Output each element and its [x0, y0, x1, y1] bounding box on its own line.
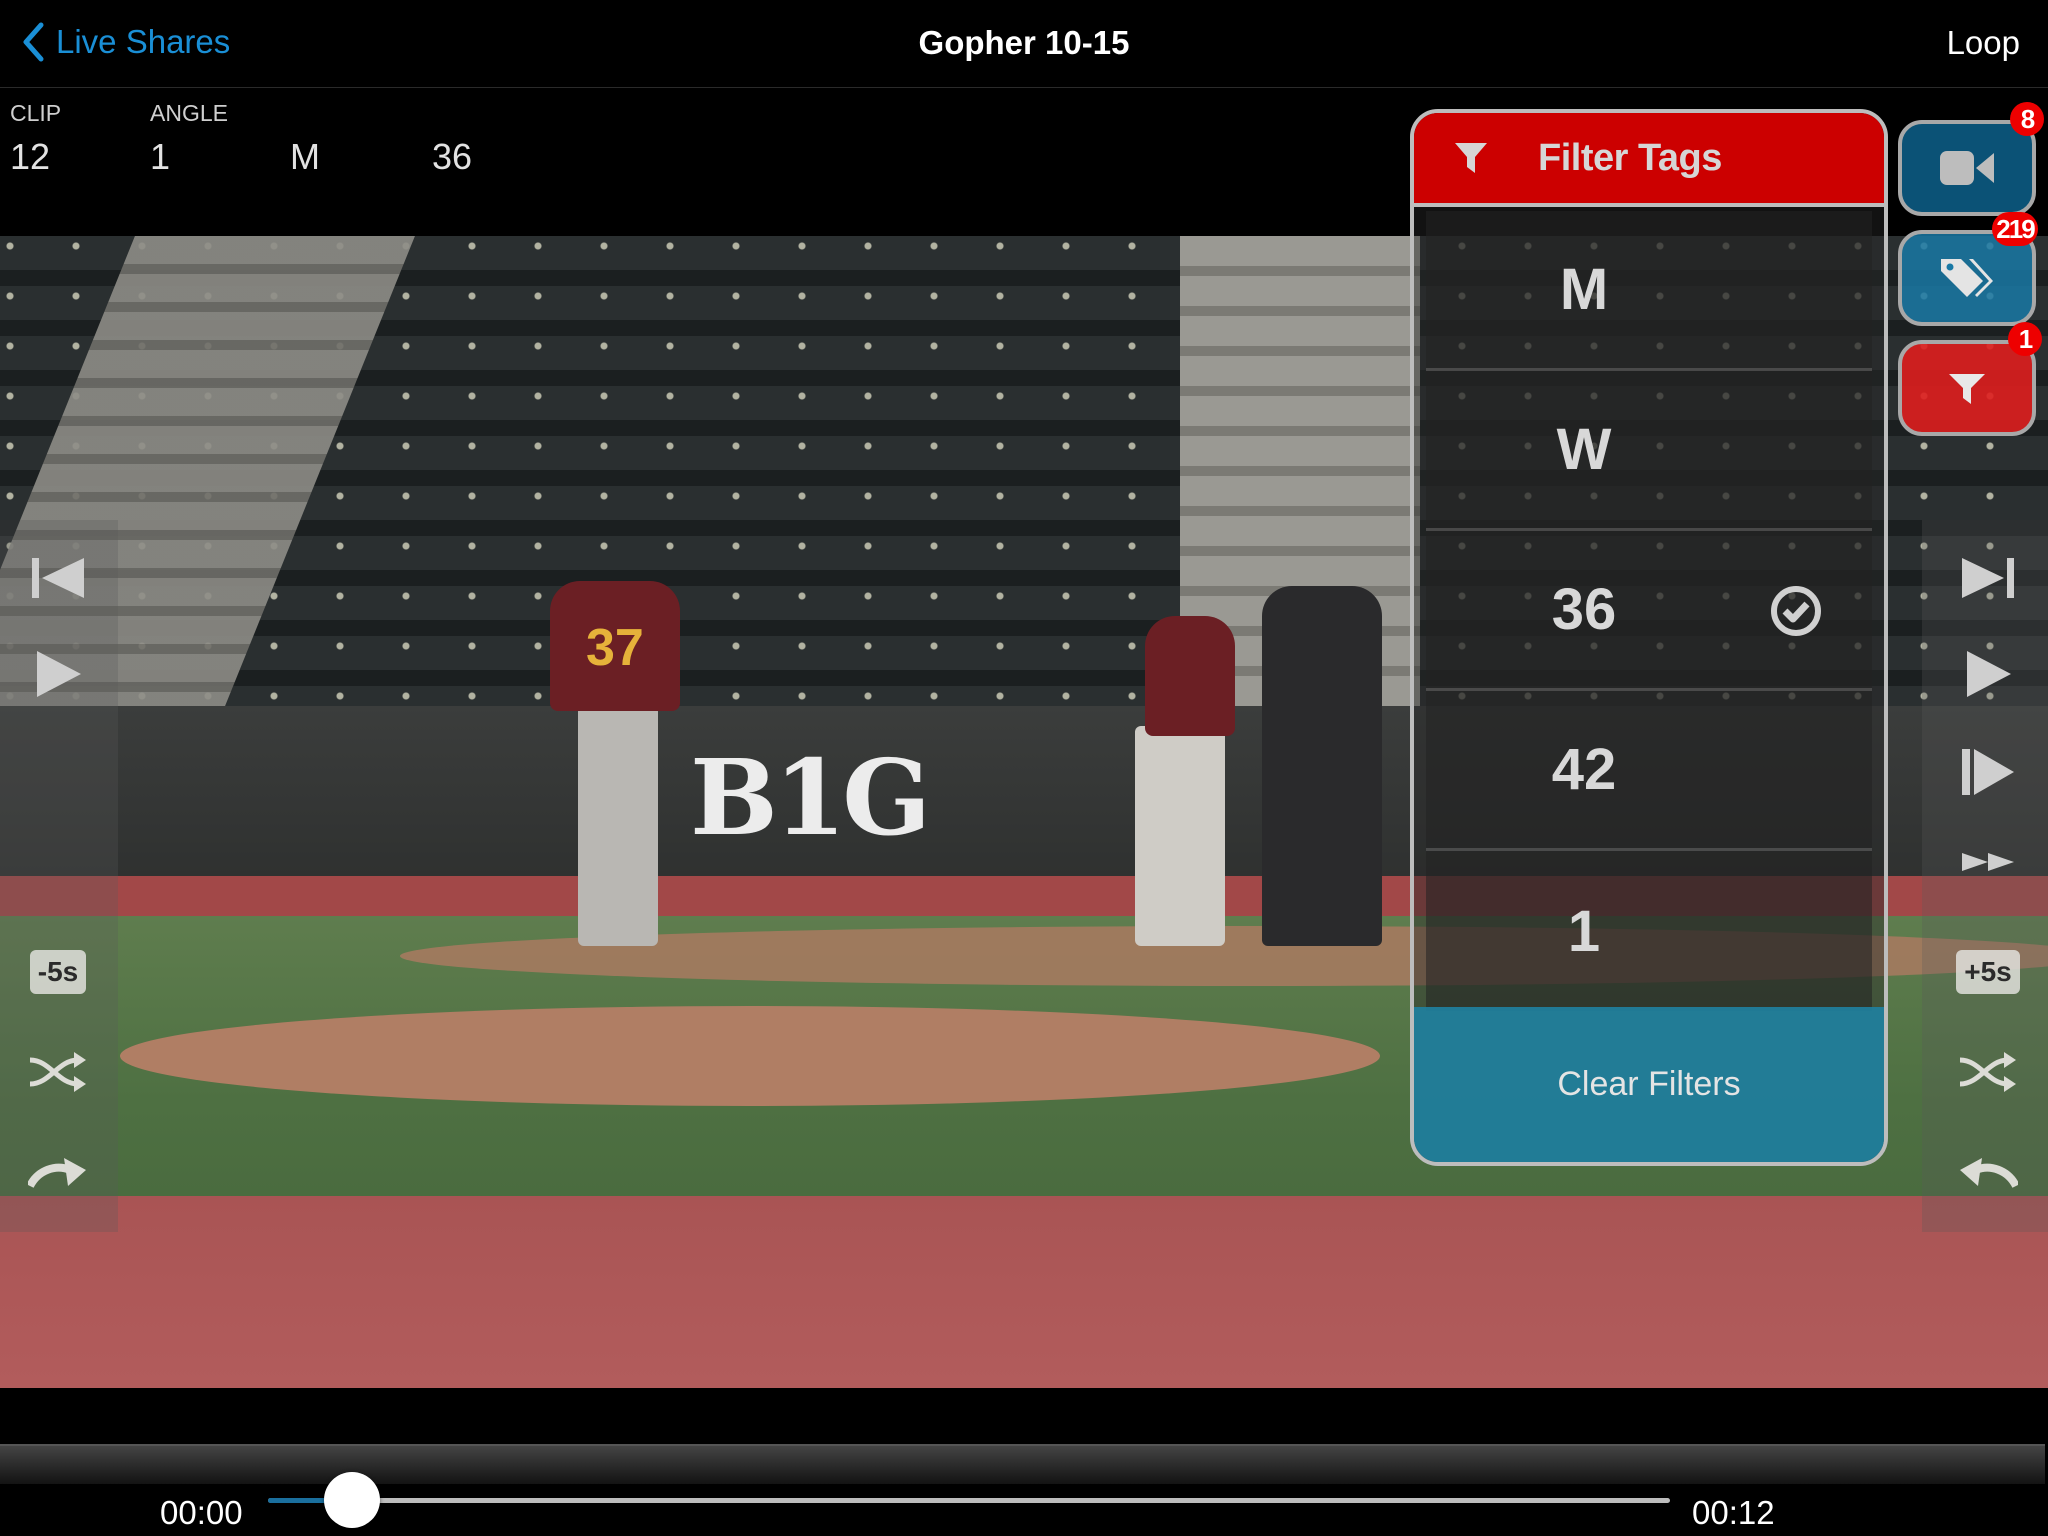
play-icon [1967, 651, 2011, 697]
undo-arrow-icon [1960, 1158, 2018, 1189]
tags-icon [1941, 259, 1993, 297]
step-forward-icon [1962, 749, 2014, 795]
tag-value: M [290, 136, 320, 177]
skip-to-end-icon [1962, 558, 2014, 598]
filter-tag-label: 42 [1551, 737, 1617, 802]
filter-tag-item[interactable]: 42 [1426, 691, 1872, 851]
filter-panel-header: Filter Tags [1414, 113, 1884, 207]
play-icon [37, 651, 81, 697]
filter-tags-panel: Filter Tags M W 36 42 1 Clear Filters [1410, 109, 1888, 1166]
shuffle-button-right[interactable] [1948, 1042, 2028, 1102]
angle-value: 1 [150, 136, 171, 177]
tags-count-badge: 219 [1992, 212, 2038, 246]
scrubber-background [0, 1444, 2045, 1484]
skip-back-5s-button[interactable]: -5s [18, 942, 98, 1002]
skip-back-label: -5s [29, 950, 87, 994]
skip-to-start-button[interactable] [18, 548, 98, 608]
left-control-strip: -5s [0, 520, 118, 1232]
current-time: 00:00 [160, 1494, 243, 1531]
filter-tag-item[interactable]: 1 [1426, 851, 1872, 1011]
filter-tag-label: 36 [1551, 577, 1617, 642]
batter-figure [1135, 726, 1225, 946]
loop-button[interactable]: Loop [1947, 24, 2020, 62]
umpire-figure [1262, 586, 1382, 946]
filter-tag-item[interactable]: M [1426, 211, 1872, 371]
shuffle-icon [1959, 1052, 2016, 1092]
video-angles-button[interactable]: 8 [1898, 102, 2044, 216]
scrubber-track[interactable] [268, 1472, 1670, 1528]
undo-button[interactable] [1948, 1142, 2028, 1202]
filter-tag-label: 1 [1567, 898, 1601, 964]
shuffle-button[interactable] [18, 1042, 98, 1102]
clip-info-bar: CLIP 12 ANGLE 1 M 36 [0, 88, 1400, 236]
filter-tag-item[interactable]: W [1426, 371, 1872, 531]
video-count-badge: 8 [2010, 102, 2044, 136]
tags-button[interactable]: 219 [1898, 212, 2038, 326]
skip-to-end-button[interactable] [1948, 548, 2028, 608]
playback-scrubber-bar: 00:00 00:12 [0, 1444, 2048, 1536]
redo-arrow-icon [28, 1158, 86, 1189]
total-time: 00:12 [1692, 1494, 1775, 1531]
batter-jersey [1145, 616, 1235, 736]
filter-count-badge: 1 [2008, 322, 2042, 356]
play-button[interactable] [18, 644, 98, 704]
foreground-track [0, 1196, 2048, 1388]
tag-value: 36 [432, 136, 473, 177]
step-forward-button[interactable] [1948, 742, 2028, 802]
skip-forward-5s-button[interactable]: +5s [1948, 942, 2028, 1002]
pitcher-figure [578, 706, 658, 946]
filter-tag-label: W [1556, 417, 1612, 482]
video-camera-icon [1940, 151, 1994, 185]
right-control-strip: +5s [1922, 520, 2048, 1232]
redo-button[interactable] [18, 1142, 98, 1202]
conference-logo: B1G [690, 736, 931, 859]
clear-filters-button[interactable]: Clear Filters [1414, 1007, 1884, 1162]
checkmark-circle-icon [1771, 586, 1821, 636]
jersey-number: 37 [586, 619, 644, 677]
skip-forward-label: +5s [1956, 950, 2020, 994]
filter-button[interactable]: 1 [1898, 322, 2042, 436]
filter-panel-title: Filter Tags [1538, 136, 1722, 179]
shuffle-icon [29, 1052, 86, 1092]
angle-label: ANGLE [150, 100, 228, 126]
fast-forward-icon [1962, 853, 2014, 871]
scrubber-thumb[interactable] [324, 1472, 381, 1528]
filter-tag-list: M W 36 42 1 [1426, 211, 1872, 1011]
clip-value: 12 [10, 136, 51, 177]
pitchers-mound [120, 1006, 1380, 1106]
filter-funnel-icon [1949, 374, 1985, 404]
skip-to-start-icon [32, 558, 84, 598]
clip-label: CLIP [10, 100, 62, 126]
navigation-bar: Live Shares Gopher 10-15 Loop [0, 0, 2048, 88]
fast-forward-button[interactable] [1948, 832, 2028, 892]
filter-tag-item-selected[interactable]: 36 [1426, 531, 1872, 691]
page-title: Gopher 10-15 [918, 24, 1130, 61]
filter-tag-label: M [1559, 257, 1609, 322]
play-button-right[interactable] [1948, 644, 2028, 704]
filter-funnel-icon [1455, 143, 1487, 173]
